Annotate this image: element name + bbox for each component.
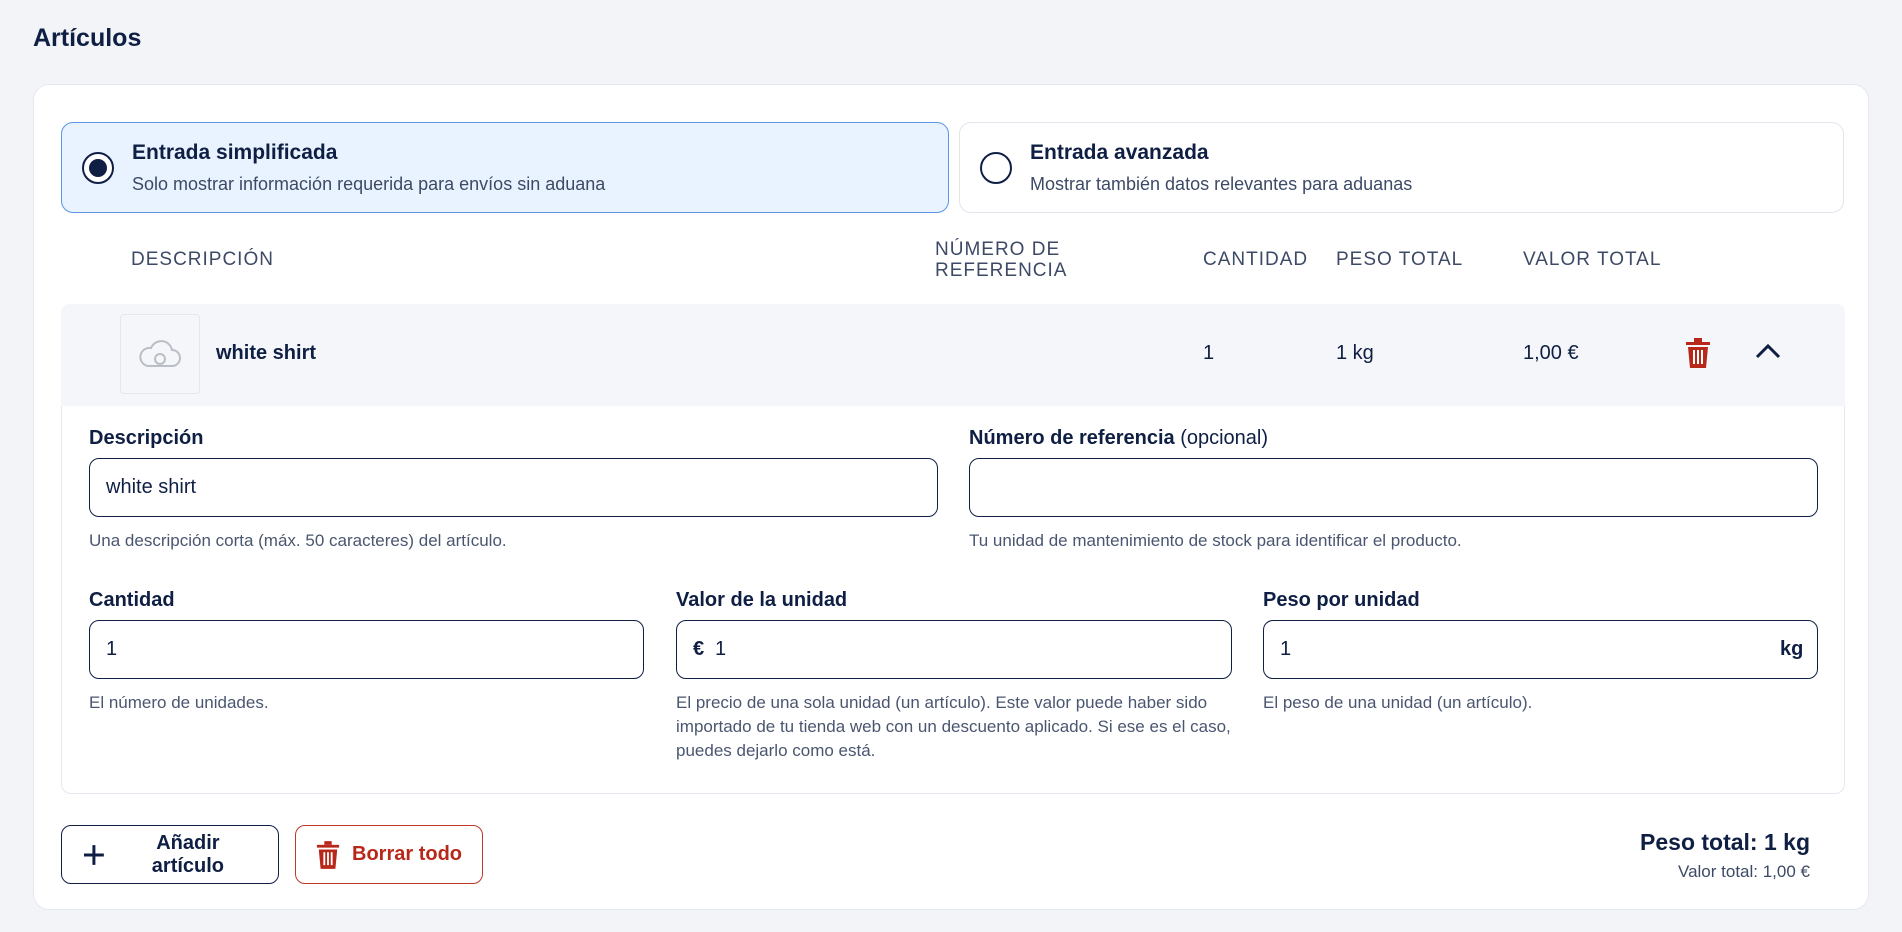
header-total-weight: Peso total [1336,249,1464,270]
unit-weight-label: Peso por unidad [1263,589,1420,611]
description-label: Descripción [89,427,204,449]
reference-help: Tu unidad de mantenimiento de stock para… [969,531,1462,550]
kg-suffix: kg [1780,638,1804,660]
entry-mode-title: Entrada simplificada [132,141,338,164]
unit-weight-input[interactable] [1263,620,1818,679]
description-help: Una descripción corta (máx. 50 caractere… [89,531,507,550]
header-reference-line1: Número de [935,239,1061,260]
unit-value-label: Valor de la unidad [676,589,848,611]
entry-mode-title: Entrada avanzada [1030,141,1209,164]
item-quantity: 1 [1203,342,1215,364]
radio-advanced[interactable] [980,152,1012,184]
chevron-up-icon[interactable] [1754,342,1782,365]
add-item-button[interactable]: Añadir artículo [61,825,279,884]
section-title: Artículos [33,24,142,52]
header-quantity: Cantidad [1203,249,1309,270]
trash-icon [316,840,340,869]
entry-mode-simplified[interactable]: Entrada simplificada Solo mostrar inform… [61,122,949,213]
reference-input[interactable] [969,458,1818,517]
reference-label: Número de referencia (opcional) [969,427,1268,450]
total-value: Valor total: 1,00 € [1678,862,1810,881]
item-value: 1,00 € [1523,342,1579,364]
header-reference-line2: referencia [935,260,1068,281]
clear-all-label: Borrar todo [352,843,462,865]
reference-label-text: Número de referencia [969,427,1175,449]
reference-optional: (opcional) [1180,427,1269,449]
euro-prefix: € [693,638,705,660]
cloud-icon [139,340,181,367]
total-weight: Peso total: 1 kg [1640,829,1810,855]
unit-value-help: El precio de una sola unidad (un artícul… [676,693,1231,760]
entry-mode-subtitle: Mostrar también datos relevantes para ad… [1030,174,1413,194]
header-description: Descripción [131,249,274,270]
totals: Peso total: 1 kg Valor total: 1,00 € [1410,829,1810,882]
trash-icon[interactable] [1685,338,1711,373]
entry-mode-advanced[interactable]: Entrada avanzada Mostrar también datos r… [959,122,1844,213]
quantity-help: El número de unidades. [89,693,269,712]
entry-mode-subtitle: Solo mostrar información requerida para … [132,174,606,194]
add-item-label: Añadir artículo [151,831,225,877]
quantity-label: Cantidad [89,589,175,611]
plus-icon [83,844,104,865]
quantity-input[interactable] [89,620,644,679]
item-name: white shirt [216,342,317,364]
radio-simplified[interactable] [82,152,114,184]
header-total-value: Valor total [1523,249,1662,270]
item-weight: 1 kg [1336,342,1374,364]
table-row[interactable]: white shirt 1 1 kg 1,00 € [61,304,1845,406]
unit-weight-help: El peso de una unidad (un artículo). [1263,693,1533,712]
items-card: Entrada simplificada Solo mostrar inform… [33,84,1869,910]
unit-value-input[interactable] [676,620,1232,679]
item-thumbnail [120,314,200,394]
description-input[interactable] [89,458,938,517]
item-detail-panel: Descripción Una descripción corta (máx. … [61,406,1845,794]
clear-all-button[interactable]: Borrar todo [295,825,483,884]
